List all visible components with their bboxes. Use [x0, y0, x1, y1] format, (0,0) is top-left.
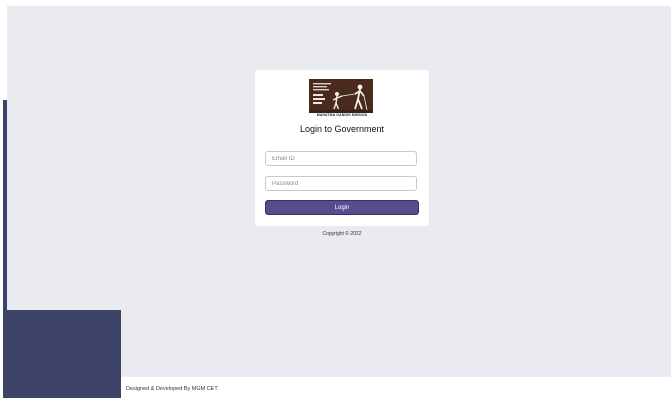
login-button[interactable]: Login — [265, 200, 419, 215]
sidebar-panel — [3, 310, 121, 398]
login-card: MAHATMA GANDHI MISSION Login to Governme… — [255, 70, 429, 226]
login-title: Login to Government — [299, 124, 385, 134]
logo-caption: MAHATMA GANDHI MISSION — [316, 113, 368, 117]
email-input[interactable] — [265, 151, 417, 166]
password-input[interactable] — [265, 176, 417, 191]
footer-credit: Designed & Developed By MGM CET — [126, 386, 218, 392]
mgm-logo-icon — [309, 79, 373, 113]
copyright-text: Copyright © 2022 — [322, 231, 362, 237]
